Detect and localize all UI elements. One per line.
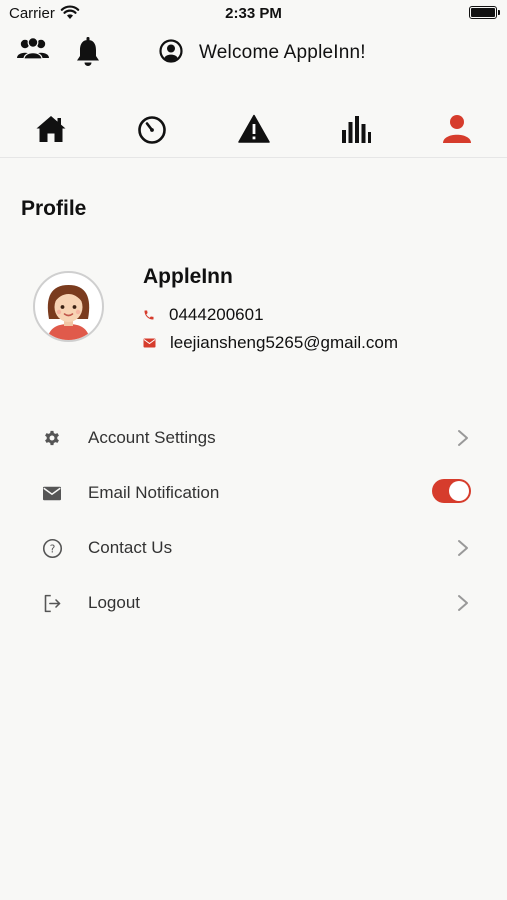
top-header: Welcome AppleInn! [0, 30, 507, 78]
bar-chart-icon [342, 116, 371, 143]
group-icon[interactable] [16, 36, 50, 67]
svg-text:?: ? [49, 543, 55, 555]
tab-timer[interactable] [132, 111, 172, 147]
email-notification-toggle[interactable] [432, 479, 471, 503]
home-icon [36, 116, 66, 142]
envelope-icon [41, 482, 63, 504]
phone-row[interactable]: 0444200601 [143, 304, 264, 326]
menu-item-contact-us[interactable]: ? Contact Us [0, 520, 507, 575]
avatar[interactable] [33, 271, 104, 342]
menu-item-email-notification[interactable]: Email Notification [0, 465, 507, 520]
menu-label: Logout [88, 593, 140, 612]
question-circle-icon: ? [41, 537, 63, 559]
menu-label: Contact Us [88, 538, 173, 557]
chevron-right-icon [458, 430, 468, 446]
clock-time: 2:33 PM [225, 5, 282, 22]
status-bar: Carrier 2:33 PM [0, 0, 507, 28]
chevron-right-icon [458, 540, 468, 556]
battery-icon [469, 6, 500, 19]
tab-bar [0, 100, 507, 158]
tab-alert[interactable] [234, 111, 274, 147]
email-address: leejiansheng5265@gmail.com [170, 333, 399, 352]
phone-icon [144, 310, 154, 320]
bell-icon[interactable] [75, 36, 101, 73]
person-icon [443, 115, 471, 143]
envelope-icon [143, 338, 156, 348]
gear-icon [41, 427, 63, 449]
profile-name: AppleInn [143, 265, 233, 288]
email-row[interactable]: leejiansheng5265@gmail.com [143, 332, 398, 354]
logout-icon [41, 592, 63, 614]
tab-stats[interactable] [335, 111, 375, 147]
timer-icon [138, 116, 166, 144]
menu-item-logout[interactable]: Logout [0, 575, 507, 630]
toggle-knob [449, 481, 469, 501]
menu-item-account-settings[interactable]: Account Settings [0, 410, 507, 465]
phone-number: 0444200601 [169, 305, 264, 324]
chevron-right-icon [458, 595, 468, 611]
tab-profile[interactable] [437, 111, 477, 147]
tab-home[interactable] [31, 111, 71, 147]
menu-label: Account Settings [88, 428, 216, 447]
user-circle-icon[interactable] [159, 39, 183, 68]
welcome-message: Welcome AppleInn! [199, 42, 366, 63]
page-title: Profile [21, 197, 87, 220]
warning-icon [238, 114, 270, 143]
menu-label: Email Notification [88, 483, 220, 502]
